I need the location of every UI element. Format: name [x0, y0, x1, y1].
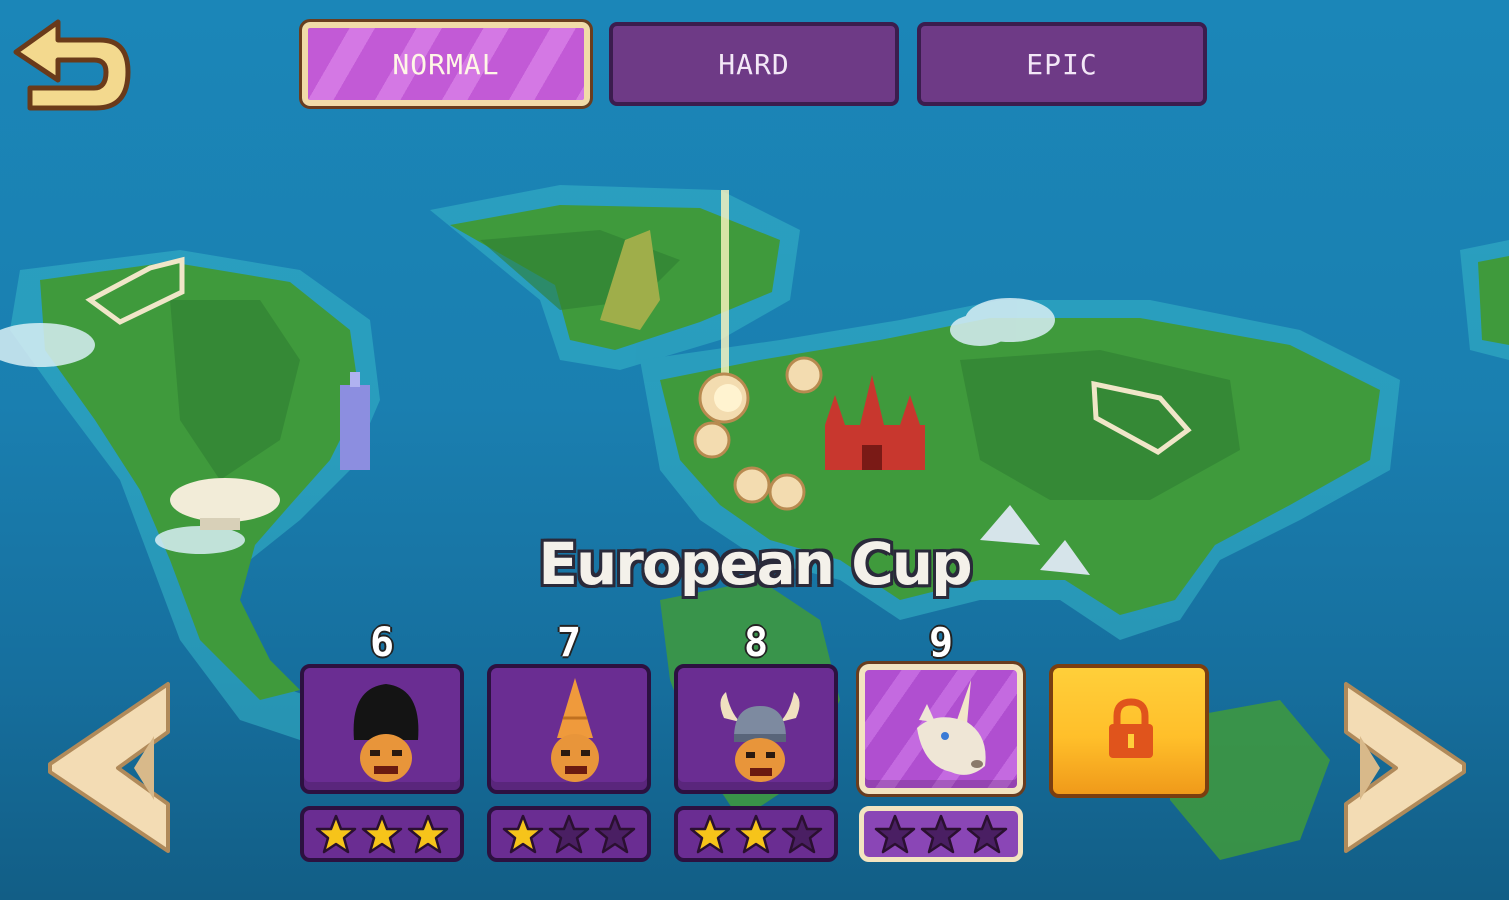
level-button-9[interactable]: 9 [856, 620, 1026, 865]
level-card [487, 664, 651, 794]
star-empty-icon [781, 814, 823, 854]
back-arrow-icon [13, 19, 131, 111]
chevron-right-icon [1344, 682, 1466, 853]
cup-title: European Cup [538, 530, 972, 598]
padlock-icon [1109, 698, 1153, 758]
tab-normal[interactable]: NORMAL [299, 19, 593, 109]
star-filled-icon [361, 814, 403, 854]
star-filled-icon [689, 814, 731, 854]
star-empty-icon [966, 814, 1008, 854]
locked-level-button[interactable] [1049, 664, 1209, 798]
star-filled-icon [315, 814, 357, 854]
viking-helmet-head-icon [720, 692, 800, 782]
level-number: 9 [928, 620, 954, 666]
unicorn-head-icon [917, 680, 986, 775]
tab-hard[interactable]: HARD [609, 22, 899, 106]
back-button[interactable] [8, 14, 134, 118]
star-filled-icon [735, 814, 777, 854]
chevron-left-icon [48, 682, 170, 853]
level-stars [674, 806, 838, 862]
next-page-button[interactable] [1340, 680, 1470, 855]
level-card [300, 664, 464, 794]
star-filled-icon [502, 814, 544, 854]
level-stars [300, 806, 464, 862]
level-stars [487, 806, 651, 862]
star-filled-icon [407, 814, 449, 854]
prev-page-button[interactable] [44, 680, 174, 855]
level-button-6[interactable]: 6 [300, 620, 464, 865]
star-empty-icon [920, 814, 962, 854]
level-card [674, 664, 838, 794]
star-empty-icon [874, 814, 916, 854]
royal-guard-head-icon [353, 684, 419, 782]
level-number: 7 [556, 620, 582, 666]
world-map-screen: NORMAL HARD EPIC European Cup 6 7 8 9 [0, 0, 1509, 900]
tab-epic[interactable]: EPIC [917, 22, 1207, 106]
level-stars [859, 806, 1023, 862]
level-card-current [856, 661, 1026, 797]
level-number: 8 [743, 620, 769, 666]
level-number: 6 [369, 620, 395, 666]
level-button-7[interactable]: 7 [487, 620, 651, 865]
cone-hat-head-icon [551, 678, 599, 782]
star-empty-icon [548, 814, 590, 854]
star-empty-icon [594, 814, 636, 854]
level-button-8[interactable]: 8 [674, 620, 838, 865]
